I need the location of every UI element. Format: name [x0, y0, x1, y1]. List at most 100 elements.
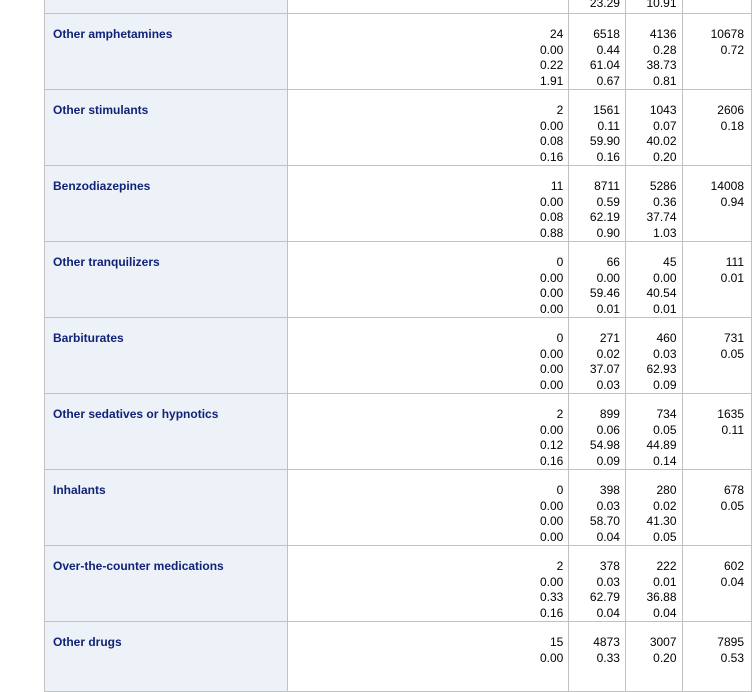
cell-value: 62.19 [589, 210, 620, 224]
cell-value: 4873 [593, 635, 620, 649]
cell-value: 0.00 [539, 422, 564, 437]
cell-value: 0.16 [539, 605, 564, 620]
cell-value: 731 [723, 331, 744, 345]
value-cell-c3: 4136 0.28 38.73 0.81 [624, 13, 683, 90]
table-row: Other amphetamines 24 0.00 0.22 1.91 6518 0.44… [43, 13, 752, 90]
cell-value: 899 [599, 407, 620, 421]
cell-value: 0.20 [653, 149, 677, 164]
cell-value: 0.04 [596, 605, 620, 620]
cell-value: 678 [723, 483, 744, 497]
cell-value: 0.94 [720, 194, 744, 209]
cell-value: 398 [599, 483, 620, 497]
cell-value: 0.07 [653, 118, 677, 133]
cell-value: 0.00 [539, 286, 564, 300]
value-cell-c2: 4873 0.33 [568, 621, 626, 692]
cell-value: 280 [656, 483, 677, 497]
cell-value: 59.46 [589, 286, 620, 300]
cell-value: 0.44 [596, 42, 620, 57]
table-row: Other stimulants 2 0.00 0.08 0.16 1561 0.11 59.… [43, 89, 752, 166]
cell-value: 62.79 [589, 590, 620, 604]
cell-value: 0.04 [596, 529, 620, 544]
cell-value: 1561 [593, 103, 620, 117]
cell-value: 61.04 [589, 58, 620, 72]
value-cell-c3: 734 0.05 44.89 0.14 [624, 393, 683, 470]
cell-value: 0.03 [596, 377, 620, 392]
cell-value: 8711 [594, 179, 620, 193]
value-cell-c3: 45 0.00 40.54 0.01 [624, 241, 683, 318]
cell-value: 58.70 [589, 514, 620, 528]
cell-value: 111 [725, 255, 744, 269]
cell-value: 3007 [649, 635, 677, 649]
cell-value: 0.08 [539, 210, 564, 224]
cell-value: 0.18 [720, 118, 744, 133]
cell-value: 222 [656, 559, 677, 573]
cell-value: 0 [556, 483, 564, 497]
cell-value: 0.88 [539, 225, 564, 240]
cell-value: 10678 [710, 27, 744, 41]
value-cell-c2: 1561 0.11 59.90 0.16 [568, 89, 626, 166]
value-cell-c4: 602 0.04 [681, 545, 752, 622]
row-label: Other tranquilizers [43, 241, 289, 318]
cell-value: 0.00 [539, 194, 564, 209]
cell-value: 0.20 [653, 650, 677, 665]
cell-value: 0.01 [653, 574, 677, 589]
cell-value: 0.00 [539, 270, 564, 285]
cell-value: 0.00 [539, 42, 564, 57]
cell-value: 0.03 [596, 574, 620, 589]
cell-value: 0.01 [653, 301, 677, 316]
row-label: Barbiturates [43, 317, 289, 394]
cell-value: 62.93 [646, 362, 677, 376]
row-label: Over-the-counter medications [43, 545, 289, 622]
value-cell [681, 0, 752, 14]
cell-value: 14008 [710, 179, 744, 193]
value-cell-c1: 0 0.00 0.00 0.00 [287, 317, 570, 394]
cell-value: 10.91 [646, 0, 677, 10]
cell-value: 0.90 [596, 225, 620, 240]
cell-value: 40.54 [646, 286, 677, 300]
table-row: Over-the-counter medications 2 0.00 0.33 0.1… [43, 545, 752, 622]
value-cell-c4: 10678 0.72 [681, 13, 752, 90]
cell-value: 0.00 [539, 118, 564, 133]
value-cell-c2: 899 0.06 54.98 0.09 [568, 393, 626, 470]
cell-value: 0.03 [596, 498, 620, 513]
cell-value: 0.02 [596, 346, 620, 361]
cell-value: 6518 [593, 27, 620, 41]
cell-value: 59.90 [589, 134, 620, 148]
cell-value: 0.00 [539, 529, 564, 544]
cell-value: 0.67 [596, 73, 620, 88]
cell-value: 0.00 [539, 514, 564, 528]
table-row-partial: 23.29 10.91 [43, 0, 752, 14]
cell-value: 0.16 [539, 453, 564, 468]
table-row: Inhalants 0 0.00 0.00 0.00 398 0.03 58.70 0.04 28… [43, 469, 752, 546]
cell-value: 38.73 [646, 58, 677, 72]
value-cell-c2: 6518 0.44 61.04 0.67 [568, 13, 626, 90]
value-cell-c1: 0 0.00 0.00 0.00 [287, 469, 570, 546]
cell-value: 37.74 [646, 210, 677, 224]
row-label: Benzodiazepines [43, 165, 289, 242]
frequency-table-container: 23.29 10.91 Other amphetamines 24 0.00 0.22… [43, 0, 752, 692]
cell-value: 0.00 [539, 574, 564, 589]
cell-value: 0.02 [653, 498, 677, 513]
cell-value: 0.00 [653, 270, 677, 285]
table-row: Other drugs 15 0.00 4873 0.33 3007 0.20 7895 0.5… [43, 621, 752, 692]
value-cell-c1: 2 0.00 0.33 0.16 [287, 545, 570, 622]
cell-value: 1043 [649, 103, 677, 117]
cell-value: 0.11 [597, 118, 620, 133]
cell-value: 0.00 [596, 270, 620, 285]
value-cell-c2: 271 0.02 37.07 0.03 [568, 317, 626, 394]
cell-value: 0.00 [539, 362, 564, 376]
cell-value: 0.01 [720, 270, 744, 285]
cell-value: 0.33 [596, 650, 620, 665]
value-cell-c1: 15 0.00 [287, 621, 570, 692]
value-cell-c3: 5286 0.36 37.74 1.03 [624, 165, 683, 242]
value-cell: 23.29 [568, 0, 626, 14]
cell-value: 7895 [717, 635, 744, 649]
cell-value: 0 [556, 255, 564, 269]
value-cell-c1: 2 0.00 0.08 0.16 [287, 89, 570, 166]
cell-value: 0.00 [539, 377, 564, 392]
table-row: Barbiturates 0 0.00 0.00 0.00 271 0.02 37.07 0.0… [43, 317, 752, 394]
value-cell [287, 0, 570, 14]
value-cell-c2: 378 0.03 62.79 0.04 [568, 545, 626, 622]
cell-value: 0.06 [596, 422, 620, 437]
cell-value: 54.98 [589, 438, 620, 452]
